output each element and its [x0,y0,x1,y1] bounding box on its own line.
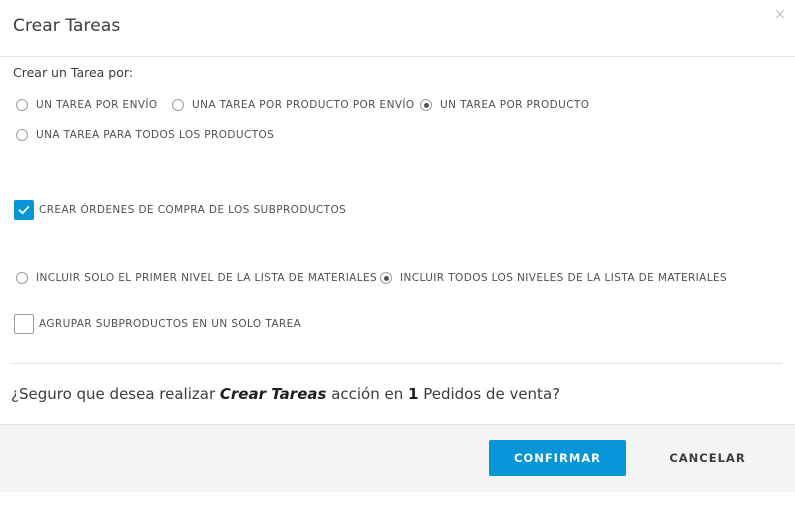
question-middle: acción en [326,385,409,403]
dialog-title: Crear Tareas [13,16,121,36]
question-prefix: ¿Seguro que desea realizar [11,385,220,403]
radio-label: UNA TAREA PARA TODOS LOS PRODUCTOS [36,129,275,141]
divider [12,363,782,364]
radio-label: INCLUIR TODOS LOS NIVELES DE LA LISTA DE… [400,272,728,284]
question-action: Crear Tareas [219,385,327,403]
close-icon[interactable]: × [772,6,788,22]
checkmark-icon [18,205,30,215]
dialog-footer: CONFIRMAR CANCELAR [0,424,795,492]
create-by-label: Crear un Tarea por: [13,65,134,80]
dialog-header: Crear Tareas × [0,0,795,57]
radio-label: UN TAREA POR ENVÍO [36,99,158,111]
radio-button-selected[interactable] [380,272,392,284]
create-tasks-dialog: Crear Tareas × Crear un Tarea por: UN TA… [0,0,795,509]
radio-button[interactable] [16,129,28,141]
confirmation-question: ¿Seguro que desea realizar Crear Tareas … [11,385,560,403]
radio-one-task-per-product[interactable]: UN TAREA POR PRODUCTO [420,97,589,113]
cancel-button[interactable]: CANCELAR [660,440,755,476]
radio-button-selected[interactable] [420,99,432,111]
radio-label: UNA TAREA POR PRODUCTO POR ENVÍO [192,99,415,111]
question-count: 1 [408,385,419,403]
radio-include-first-level-bom[interactable]: INCLUIR SOLO EL PRIMER NIVEL DE LA LISTA… [16,270,377,286]
radio-button[interactable] [16,99,28,111]
confirm-button[interactable]: CONFIRMAR [489,440,626,476]
radio-include-all-levels-bom[interactable]: INCLUIR TODOS LOS NIVELES DE LA LISTA DE… [380,270,727,286]
radio-label: UN TAREA POR PRODUCTO [440,99,590,111]
radio-label: INCLUIR SOLO EL PRIMER NIVEL DE LA LISTA… [36,272,378,284]
question-suffix: Pedidos de venta? [418,385,561,403]
checkbox-unchecked[interactable] [14,314,34,334]
radio-one-task-per-product-per-shipment[interactable]: UNA TAREA POR PRODUCTO POR ENVÍO [172,97,415,113]
radio-button[interactable] [172,99,184,111]
checkbox-create-purchase-orders[interactable]: CREAR ÓRDENES DE COMPRA DE LOS SUBPRODUC… [14,200,346,220]
checkbox-checked[interactable] [14,200,34,220]
radio-button[interactable] [16,272,28,284]
radio-one-task-for-all-products[interactable]: UNA TAREA PARA TODOS LOS PRODUCTOS [16,127,274,143]
radio-one-task-per-shipment[interactable]: UN TAREA POR ENVÍO [16,97,158,113]
checkbox-group-subproducts[interactable]: AGRUPAR SUBPRODUCTOS EN UN SOLO TAREA [14,314,301,334]
checkbox-label: CREAR ÓRDENES DE COMPRA DE LOS SUBPRODUC… [39,204,347,216]
checkbox-label: AGRUPAR SUBPRODUCTOS EN UN SOLO TAREA [39,318,302,330]
